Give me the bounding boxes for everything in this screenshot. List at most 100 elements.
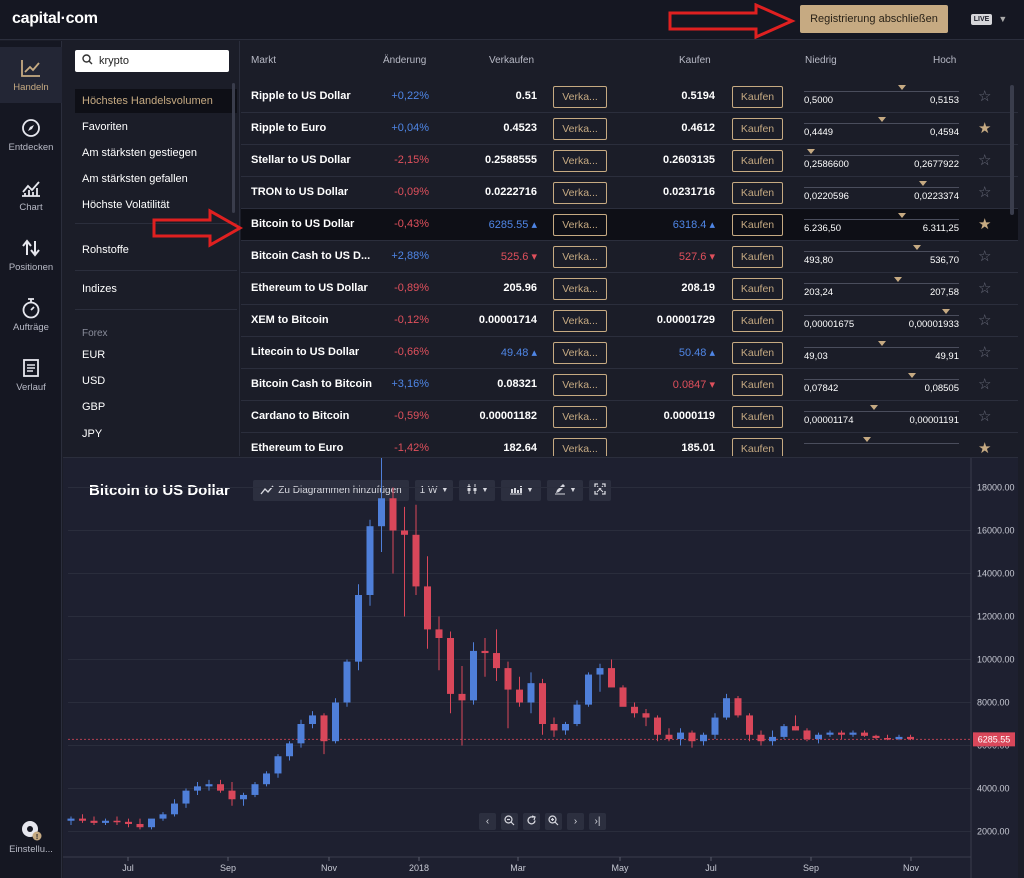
scroll-right-button[interactable]: ›	[567, 813, 584, 830]
table-row[interactable]: Ripple to US Dollar +0,22% 0.51 Verka... 0.5…	[241, 81, 1018, 113]
favorite-star-icon[interactable]: ★	[978, 215, 991, 233]
table-row[interactable]: Ethereum to Euro -1,42% 182.64 Verka... 185.…	[241, 433, 1018, 456]
price-chart[interactable]: 2000.004000.006000.008000.0010000.001200…	[63, 458, 1018, 878]
table-row[interactable]: TRON to US Dollar -0,09% 0.0222716 Verka...…	[241, 177, 1018, 209]
table-row[interactable]: Bitcoin Cash to US D... +2,88% 525.6 ▾ Verk…	[241, 241, 1018, 273]
table-row[interactable]: Litecoin to US Dollar -0,66% 49.48 ▴ Verka.…	[241, 337, 1018, 369]
sell-button[interactable]: Verka...	[553, 438, 607, 456]
favorite-star-icon[interactable]: ☆	[978, 311, 991, 329]
candle-body	[826, 732, 834, 735]
zoom-out-button[interactable]	[501, 813, 518, 830]
market-name[interactable]: Ripple to Euro	[251, 122, 376, 134]
market-name[interactable]: Stellar to US Dollar	[251, 154, 376, 166]
logo[interactable]: capital·com	[12, 10, 98, 28]
buy-button[interactable]: Kaufen	[732, 214, 783, 236]
buy-button[interactable]: Kaufen	[732, 342, 783, 364]
buy-button[interactable]: Kaufen	[732, 86, 783, 108]
category-indizes[interactable]: Indizes	[75, 277, 237, 301]
market-name[interactable]: Bitcoin Cash to Bitcoin	[251, 378, 376, 390]
reset-button[interactable]	[523, 813, 540, 830]
table-scrollbar[interactable]	[1010, 85, 1014, 215]
market-name[interactable]: Bitcoin to US Dollar	[251, 218, 376, 230]
sell-button[interactable]: Verka...	[553, 150, 607, 172]
nav-item-entdecken[interactable]: Entdecken	[0, 107, 62, 163]
market-name[interactable]: XEM to Bitcoin	[251, 314, 376, 326]
market-name[interactable]: Bitcoin Cash to US D...	[251, 250, 376, 262]
sell-button[interactable]: Verka...	[553, 406, 607, 428]
sell-button[interactable]: Verka...	[553, 182, 607, 204]
buy-button[interactable]: Kaufen	[732, 118, 783, 140]
buy-button[interactable]: Kaufen	[732, 182, 783, 204]
category-favorites[interactable]: Favoriten	[75, 115, 237, 139]
category-top-losers[interactable]: Am stärksten gefallen	[75, 167, 237, 191]
nav-item-verlauf[interactable]: Verlauf	[0, 347, 62, 403]
sell-button[interactable]: Verka...	[553, 310, 607, 332]
buy-button[interactable]: Kaufen	[732, 246, 783, 268]
account-mode-dropdown[interactable]: LIVE ▼	[965, 8, 1013, 30]
favorite-star-icon[interactable]: ☆	[978, 183, 991, 201]
range-bar	[804, 219, 959, 220]
favorite-star-icon[interactable]: ★	[978, 119, 991, 137]
nav-item-chart[interactable]: Chart	[0, 167, 62, 223]
nav-item-positionen[interactable]: Positionen	[0, 227, 62, 283]
nav-item-handeln[interactable]: Handeln	[0, 47, 62, 103]
col-low[interactable]: Niedrig	[805, 55, 837, 66]
favorite-star-icon[interactable]: ☆	[978, 247, 991, 265]
table-row[interactable]: Stellar to US Dollar -2,15% 0.2588555 Verka…	[241, 145, 1018, 177]
buy-button[interactable]: Kaufen	[732, 310, 783, 332]
buy-button[interactable]: Kaufen	[732, 406, 783, 428]
favorite-star-icon[interactable]: ★	[978, 439, 991, 456]
buy-button[interactable]: Kaufen	[732, 278, 783, 300]
go-to-latest-button[interactable]: ›|	[589, 813, 606, 830]
table-row[interactable]: Ethereum to US Dollar -0,89% 205.96 Verka..…	[241, 273, 1018, 305]
category-top-gainers[interactable]: Am stärksten gestiegen	[75, 141, 237, 165]
forex-eur[interactable]: EUR	[75, 343, 237, 367]
search-input[interactable]	[99, 55, 219, 67]
zoom-in-button[interactable]	[545, 813, 562, 830]
market-name[interactable]: Cardano to Bitcoin	[251, 410, 376, 422]
favorite-star-icon[interactable]: ☆	[978, 343, 991, 361]
market-name[interactable]: TRON to US Dollar	[251, 186, 376, 198]
table-row[interactable]: Ripple to Euro +0,04% 0.4523 Verka... 0.4612…	[241, 113, 1018, 145]
col-sell[interactable]: Verkaufen	[489, 55, 534, 66]
favorite-star-icon[interactable]: ☆	[978, 279, 991, 297]
favorite-star-icon[interactable]: ☆	[978, 375, 991, 393]
scroll-left-button[interactable]: ‹	[479, 813, 496, 830]
col-buy[interactable]: Kaufen	[679, 55, 711, 66]
range-marker	[942, 309, 950, 314]
market-name[interactable]: Litecoin to US Dollar	[251, 346, 376, 358]
candle-body	[688, 732, 696, 742]
sell-button[interactable]: Verka...	[553, 374, 607, 396]
nav-item-settings[interactable]: ! Einstellu...	[0, 809, 62, 865]
table-row[interactable]: Cardano to Bitcoin -0,59% 0.00001182 Verka.…	[241, 401, 1018, 433]
col-market[interactable]: Markt	[251, 55, 276, 66]
forex-gbp[interactable]: GBP	[75, 395, 237, 419]
sell-button[interactable]: Verka...	[553, 214, 607, 236]
buy-button[interactable]: Kaufen	[732, 374, 783, 396]
category-highest-volume[interactable]: Höchstes Handelsvolumen	[75, 89, 237, 113]
market-name[interactable]: Ripple to US Dollar	[251, 90, 376, 102]
sell-button[interactable]: Verka...	[553, 342, 607, 364]
forex-usd[interactable]: USD	[75, 369, 237, 393]
table-row[interactable]: Bitcoin Cash to Bitcoin +3,16% 0.08321 Verk…	[241, 369, 1018, 401]
buy-button[interactable]: Kaufen	[732, 438, 783, 456]
market-name[interactable]: Ethereum to US Dollar	[251, 282, 376, 294]
sell-button[interactable]: Verka...	[553, 278, 607, 300]
forex-jpy[interactable]: JPY	[75, 422, 237, 446]
col-change[interactable]: Änderung	[383, 55, 426, 66]
sell-button[interactable]: Verka...	[553, 86, 607, 108]
nav-item-auftraege[interactable]: Aufträge	[0, 287, 62, 343]
sell-button[interactable]: Verka...	[553, 246, 607, 268]
favorite-star-icon[interactable]: ☆	[978, 407, 991, 425]
favorite-star-icon[interactable]: ☆	[978, 87, 991, 105]
search-box[interactable]	[75, 50, 229, 72]
register-button[interactable]: Registrierung abschließen	[800, 5, 948, 33]
market-name[interactable]: Ethereum to Euro	[251, 442, 376, 454]
table-row[interactable]: XEM to Bitcoin -0,12% 0.00001714 Verka... 0.…	[241, 305, 1018, 337]
table-row[interactable]: Bitcoin to US Dollar -0,43% 6285.55 ▴ Verka…	[241, 209, 1018, 241]
sell-button[interactable]: Verka...	[553, 118, 607, 140]
favorite-star-icon[interactable]: ☆	[978, 151, 991, 169]
filter-scrollbar[interactable]	[232, 83, 235, 213]
col-high[interactable]: Hoch	[933, 55, 956, 66]
buy-button[interactable]: Kaufen	[732, 150, 783, 172]
